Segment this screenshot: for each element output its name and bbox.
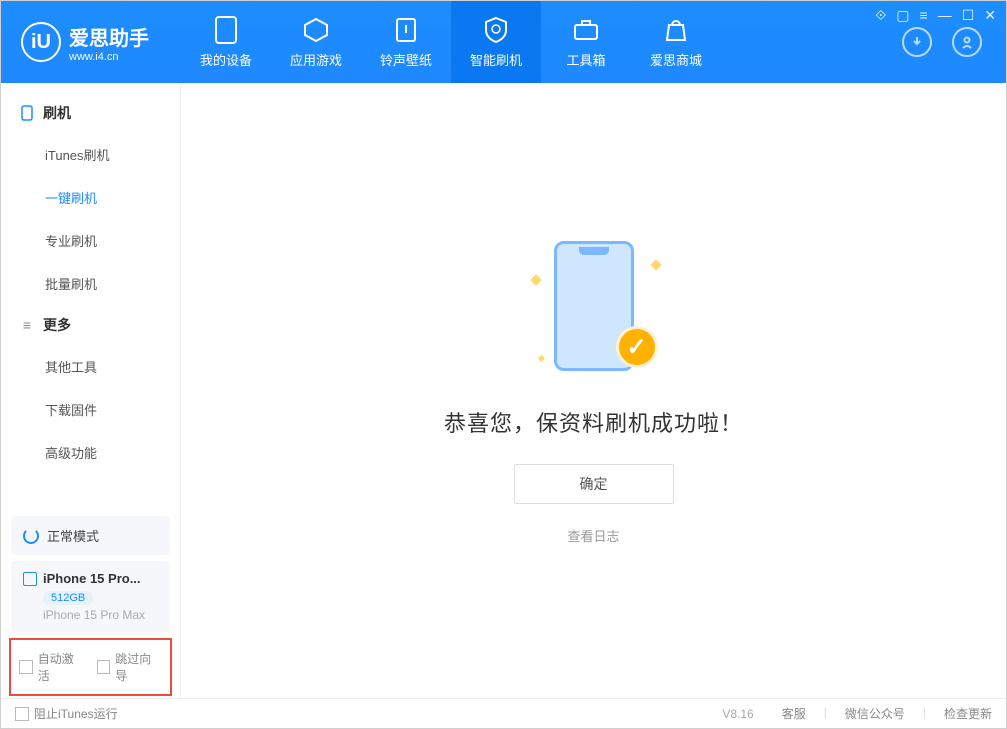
sparkle-icon xyxy=(650,259,661,270)
logo-block: iU 爱思助手 www.i4.cn xyxy=(1,22,181,63)
feedback-icon[interactable]: ⟐ xyxy=(875,7,886,24)
nav-label: 铃声壁纸 xyxy=(380,50,432,69)
checkmark-badge-icon: ✓ xyxy=(616,326,658,368)
storage-badge: 512GB xyxy=(43,591,93,605)
sidebar-item-other-tools[interactable]: 其他工具 xyxy=(1,345,180,388)
device-name: iPhone 15 Pro... xyxy=(43,571,141,586)
device-model: iPhone 15 Pro Max xyxy=(43,608,158,622)
version-label: V8.16 xyxy=(722,707,753,721)
nav-label: 爱思商城 xyxy=(650,50,702,69)
brand-name: 爱思助手 xyxy=(69,22,149,51)
nav-my-device[interactable]: 我的设备 xyxy=(181,1,271,83)
top-nav: 我的设备 应用游戏 铃声壁纸 智能刷机 工具箱 爱思商城 xyxy=(181,1,721,83)
skin-icon[interactable]: ▢ xyxy=(896,7,909,24)
sidebar-item-itunes-flash[interactable]: iTunes刷机 xyxy=(1,133,180,176)
bag-icon xyxy=(662,16,690,44)
checkbox-icon xyxy=(97,660,111,674)
checkbox-label: 自动激活 xyxy=(38,650,85,684)
maximize-icon[interactable]: ☐ xyxy=(962,7,975,24)
status-mode: 正常模式 xyxy=(47,526,99,545)
footer: 阻止iTunes运行 V8.16 客服 | 微信公众号 | 检查更新 xyxy=(1,698,1006,728)
user-icon[interactable] xyxy=(952,27,982,57)
sidebar: 刷机 iTunes刷机 一键刷机 专业刷机 批量刷机 ≡ 更多 其他工具 下载固… xyxy=(1,83,181,698)
shield-refresh-icon xyxy=(482,16,510,44)
more-group-icon: ≡ xyxy=(19,317,35,333)
checkbox-icon xyxy=(19,660,33,674)
sidebar-group-more[interactable]: ≡ 更多 xyxy=(1,305,180,345)
flash-group-icon xyxy=(19,105,35,121)
nav-apps[interactable]: 应用游戏 xyxy=(271,1,361,83)
nav-store[interactable]: 爱思商城 xyxy=(631,1,721,83)
footer-link-wechat[interactable]: 微信公众号 xyxy=(845,705,905,722)
nav-ringtones[interactable]: 铃声壁纸 xyxy=(361,1,451,83)
download-icon[interactable] xyxy=(902,27,932,57)
checkbox-label: 跳过向导 xyxy=(115,650,162,684)
brand-url: www.i4.cn xyxy=(69,51,149,63)
footer-link-support[interactable]: 客服 xyxy=(782,705,806,722)
logo-icon: iU xyxy=(21,22,61,62)
annotated-checkbox-region: 自动激活 跳过向导 xyxy=(9,638,172,696)
checkbox-icon xyxy=(15,707,29,721)
device-phone-icon xyxy=(23,572,37,586)
main-content: ✓ 恭喜您，保资料刷机成功啦！ 确定 查看日志 xyxy=(181,83,1006,698)
minimize-icon[interactable]: — xyxy=(938,7,952,24)
status-card[interactable]: 正常模式 xyxy=(11,516,170,555)
checkbox-label: 阻止iTunes运行 xyxy=(34,705,118,722)
nav-toolbox[interactable]: 工具箱 xyxy=(541,1,631,83)
nav-label: 我的设备 xyxy=(200,50,252,69)
sparkle-icon xyxy=(537,355,544,362)
footer-link-update[interactable]: 检查更新 xyxy=(944,705,992,722)
toolbox-icon xyxy=(572,16,600,44)
block-itunes-checkbox[interactable]: 阻止iTunes运行 xyxy=(15,705,118,722)
sidebar-item-advanced[interactable]: 高级功能 xyxy=(1,431,180,474)
window-controls: ⟐ ▢ ≡ — ☐ ✕ xyxy=(875,7,996,24)
nav-label: 智能刷机 xyxy=(470,50,522,69)
header: iU 爱思助手 www.i4.cn 我的设备 应用游戏 铃声壁纸 智能刷机 xyxy=(1,1,1006,83)
refresh-icon xyxy=(23,528,39,544)
menu-icon[interactable]: ≡ xyxy=(920,7,928,24)
success-title: 恭喜您，保资料刷机成功啦！ xyxy=(444,406,743,438)
close-icon[interactable]: ✕ xyxy=(984,7,996,24)
device-card[interactable]: iPhone 15 Pro... 512GB iPhone 15 Pro Max xyxy=(11,561,170,632)
nav-label: 应用游戏 xyxy=(290,50,342,69)
group-title: 更多 xyxy=(43,315,71,335)
nav-label: 工具箱 xyxy=(566,50,605,69)
ok-button[interactable]: 确定 xyxy=(514,464,674,504)
sidebar-item-batch-flash[interactable]: 批量刷机 xyxy=(1,262,180,305)
cube-icon xyxy=(302,16,330,44)
skip-wizard-checkbox[interactable]: 跳过向导 xyxy=(97,650,163,684)
sidebar-item-pro-flash[interactable]: 专业刷机 xyxy=(1,219,180,262)
phone-icon xyxy=(212,16,240,44)
view-log-link[interactable]: 查看日志 xyxy=(567,526,619,545)
auto-activate-checkbox[interactable]: 自动激活 xyxy=(19,650,85,684)
music-icon xyxy=(392,16,420,44)
sidebar-group-flash[interactable]: 刷机 xyxy=(1,93,180,133)
success-illustration: ✓ xyxy=(524,236,664,376)
sparkle-icon xyxy=(530,274,541,285)
sidebar-item-oneclick-flash[interactable]: 一键刷机 xyxy=(1,176,180,219)
group-title: 刷机 xyxy=(43,103,71,123)
nav-flash[interactable]: 智能刷机 xyxy=(451,1,541,83)
sidebar-item-download-firmware[interactable]: 下载固件 xyxy=(1,388,180,431)
